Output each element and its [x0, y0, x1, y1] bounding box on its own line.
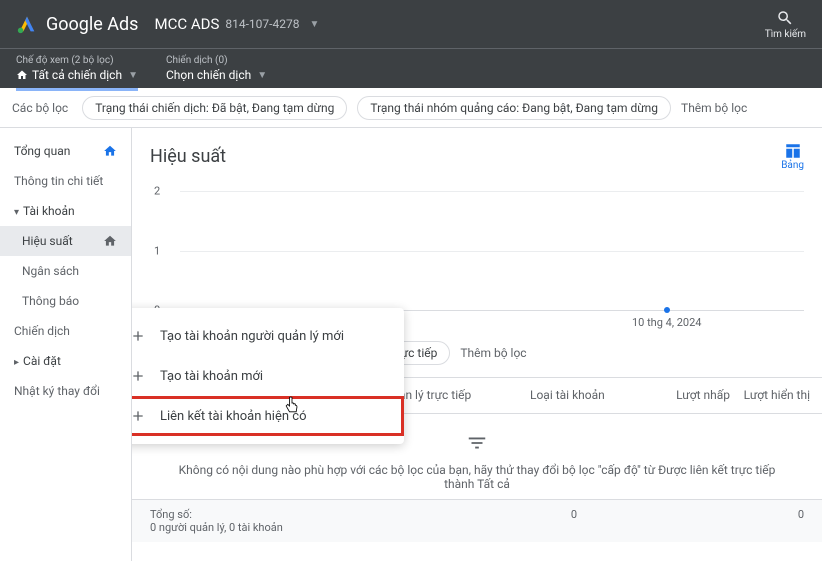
sidebar-item-details[interactable]: Thông tin chi tiết	[0, 166, 131, 196]
subbar: Chế độ xem (2 bộ lọc) Tất cả chiến dịch …	[0, 48, 822, 88]
search-button[interactable]: Tìm kiếm	[765, 9, 806, 40]
footer-impressions: 0	[724, 508, 804, 534]
chevron-down-icon: ▼	[257, 70, 267, 81]
logo-text: Google Ads	[46, 14, 138, 35]
plus-icon	[132, 328, 146, 344]
sidebar-item-settings[interactable]: ▸Cài đặt	[0, 346, 131, 376]
table-footer: Tổng số: 0 người quản lý, 0 tài khoản 0 …	[132, 499, 822, 542]
sidebar-item-performance[interactable]: Hiệu suất	[0, 226, 131, 256]
sidebar-item-changelog[interactable]: Nhật ký thay đổi	[0, 376, 131, 406]
chart-data-point	[664, 307, 670, 313]
sidebar-item-overview[interactable]: Tổng quan	[0, 136, 131, 166]
filter-icon	[466, 432, 488, 454]
dropdown-item-new-account[interactable]: Tạo tài khoản mới	[132, 356, 404, 396]
sidebar: Tổng quan Thông tin chi tiết ▾Tài khoản …	[0, 128, 132, 561]
sidebar-item-campaigns[interactable]: Chiến dịch	[0, 316, 131, 346]
filterbar: Các bộ lọc Trạng thái chiến dịch: Đã bật…	[0, 88, 822, 128]
performance-chart: 2 1 0 10 thg 4, 2024	[180, 191, 804, 311]
chart-ytick: 1	[154, 244, 160, 257]
sidebar-item-budget[interactable]: Ngân sách	[0, 256, 131, 286]
account-id: 814-107-4278	[225, 17, 299, 31]
add-filter-button[interactable]: Thêm bộ lọc	[681, 101, 747, 115]
dropdown-item-link-existing[interactable]: Liên kết tài khoản hiện có	[132, 396, 404, 436]
plus-icon	[132, 368, 146, 384]
th-impressions[interactable]: Lượt hiển thị	[730, 388, 810, 403]
dropdown-item-new-manager[interactable]: Tạo tài khoản người quản lý mới	[132, 316, 404, 356]
google-ads-logo-icon	[16, 13, 38, 35]
account-name[interactable]: MCC ADS	[154, 15, 219, 33]
home-icon	[103, 144, 117, 158]
home-icon	[16, 69, 28, 81]
chevron-down-icon[interactable]: ▼	[309, 19, 319, 30]
chart-xtick: 10 thg 4, 2024	[632, 316, 701, 329]
chart-ytick: 2	[154, 185, 160, 198]
plus-icon	[132, 408, 146, 424]
topbar: Google Ads MCC ADS 814-107-4278 ▼ Tìm ki…	[0, 0, 822, 48]
content: Hiệu suất Bảng 2 1 0 10 thg 4, 2024 ang …	[132, 128, 822, 561]
filterbar-label: Các bộ lọc	[12, 101, 68, 115]
filter-chip-campaign-status[interactable]: Trạng thái chiến dịch: Đã bật, Đang tạm …	[82, 96, 347, 120]
home-icon	[103, 234, 117, 248]
th-account-type[interactable]: Loại tài khoản	[530, 388, 650, 403]
page-title: Hiệu suất	[150, 146, 226, 167]
create-account-dropdown: Tạo tài khoản người quản lý mới Tạo tài …	[132, 308, 404, 444]
filter-chip-adgroup-status[interactable]: Trạng thái nhóm quảng cáo: Đang bật, Đan…	[357, 96, 671, 120]
search-icon	[776, 9, 794, 27]
table-icon	[784, 142, 802, 160]
view-mode-selector[interactable]: Chế độ xem (2 bộ lọc) Tất cả chiến dịch …	[16, 55, 138, 82]
th-clicks[interactable]: Lượt nhấp	[650, 388, 730, 403]
sidebar-item-accounts[interactable]: ▾Tài khoản	[0, 196, 131, 226]
chevron-down-icon: ▼	[128, 70, 138, 81]
add-filter-button[interactable]: Thêm bộ lọc	[460, 346, 526, 360]
footer-clicks: 0	[497, 508, 577, 534]
campaign-selector[interactable]: Chiến dịch (0) Chọn chiến dịch ▼	[166, 55, 267, 82]
sidebar-item-notifications[interactable]: Thông báo	[0, 286, 131, 316]
view-toggle-table[interactable]: Bảng	[781, 142, 804, 171]
search-label: Tìm kiếm	[765, 29, 806, 40]
cursor-pointer-icon	[282, 396, 302, 416]
